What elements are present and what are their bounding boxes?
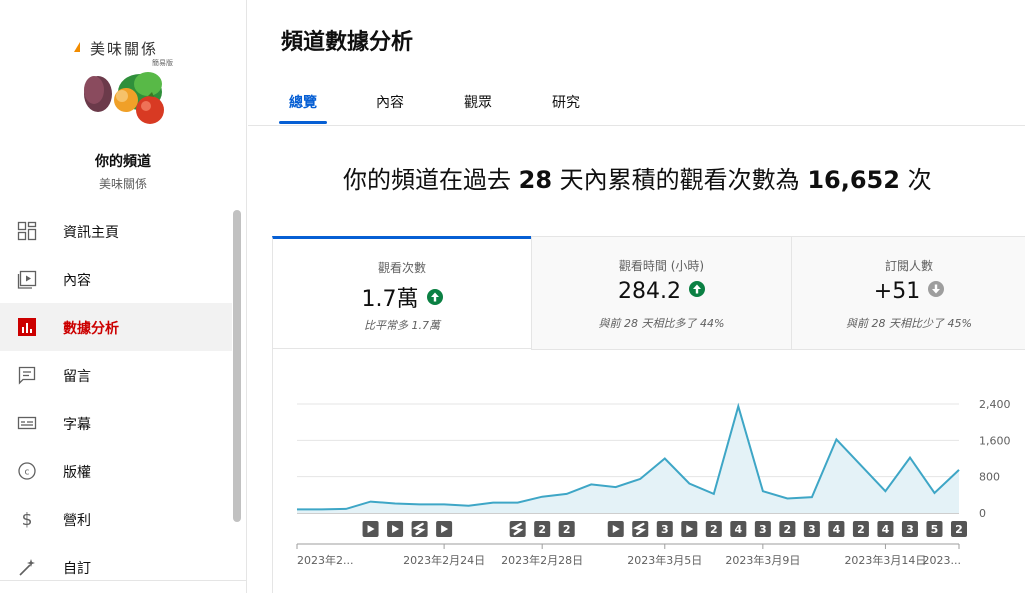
svg-text:c: c (25, 468, 30, 478)
x-tick-label: 2023年2月24日 (403, 553, 485, 567)
x-tick-label: 2023年2月28日 (501, 553, 583, 567)
marker-count: 2 (857, 523, 865, 536)
marker-count: 2 (710, 523, 718, 536)
metric-label: 訂閱人數 (792, 257, 1025, 274)
headline-days: 28 (519, 166, 552, 194)
metric-card-subscribers[interactable]: 訂閱人數 +51 與前 28 天相比少了 45% (791, 236, 1025, 350)
trend-down-icon (928, 281, 944, 297)
logo-subtext: 簡易版 (152, 58, 173, 68)
headline-text: 次 (900, 166, 932, 194)
views-chart-svg: 2,400 1,600 800 0 2 2 3 2 4 3 2 3 4 2 4 3 5 2 2023年2... 202… (273, 348, 1025, 593)
tab-research[interactable]: 研究 (552, 92, 580, 112)
sidebar-item-label: 留言 (63, 366, 91, 386)
analytics-tabs: 總覽 內容 觀眾 研究 (248, 76, 1025, 126)
y-tick-label: 0 (979, 507, 986, 520)
x-tick-label: 2023年3月14日 (844, 553, 926, 567)
metric-comparison: 與前 28 天相比少了 45% (792, 315, 1025, 331)
marker-count: 5 (931, 523, 939, 536)
sidebar-item-comments[interactable]: 留言 (0, 351, 232, 399)
active-tab-indicator (279, 121, 327, 124)
sidebar-item-copyright[interactable]: c 版權 (0, 447, 232, 495)
marker-count: 3 (759, 523, 767, 536)
marker-count: 4 (882, 523, 890, 536)
metric-value: 284.2 (532, 279, 791, 304)
series-area (297, 406, 959, 513)
marker-count: 4 (833, 523, 841, 536)
trend-up-icon (689, 281, 705, 297)
sidebar-item-label: 數據分析 (63, 318, 119, 338)
metric-value-text: 1.7萬 (362, 287, 419, 312)
channel-logo[interactable]: 美味關係 簡易版 (70, 32, 180, 132)
marker-count: 3 (906, 523, 914, 536)
tab-overview[interactable]: 總覽 (289, 92, 317, 112)
views-chart[interactable]: 2,400 1,600 800 0 2 2 3 2 4 3 2 3 4 2 4 3 5 2 2023年2... 202… (272, 348, 1025, 593)
metric-comparison: 與前 28 天相比多了 44% (532, 315, 791, 331)
customization-icon (17, 557, 37, 577)
content-icon (17, 269, 37, 289)
sidebar-item-label: 內容 (63, 270, 91, 290)
marker-count: 2 (538, 523, 546, 536)
copyright-icon: c (17, 461, 37, 481)
sidebar-item-label: 營利 (63, 510, 91, 530)
marker-count: 2 (955, 523, 963, 536)
tab-content[interactable]: 內容 (376, 92, 404, 112)
sidebar: 美味關係 簡易版 你的頻道 美味關係 資訊主頁 內容 (0, 0, 247, 593)
marker-count: 4 (735, 523, 743, 536)
sidebar-item-analytics[interactable]: 數據分析 (0, 303, 232, 351)
x-tick-label: 2023年3月9日 (725, 553, 800, 567)
sidebar-item-label: 版權 (63, 462, 91, 482)
metric-card-watch-time[interactable]: 觀看時間 (小時) 284.2 與前 28 天相比多了 44% (531, 236, 792, 350)
sidebar-divider (0, 580, 246, 581)
svg-text:$: $ (22, 510, 33, 529)
headline-text: 天內累積的觀看次數為 (552, 166, 807, 194)
page-title: 頻道數據分析 (281, 24, 413, 56)
metric-value-text: +51 (874, 279, 920, 304)
headline-text: 你的頻道在過去 (343, 166, 519, 194)
subtitles-icon (17, 413, 37, 433)
sidebar-item-label: 字幕 (63, 414, 91, 434)
sidebar-item-content[interactable]: 內容 (0, 255, 232, 303)
metric-comparison: 比平常多 1.7萬 (273, 317, 531, 333)
x-tick-label: 2023年2... (297, 553, 353, 567)
sidebar-item-label: 資訊主頁 (63, 222, 119, 242)
y-tick-label: 800 (979, 471, 1000, 484)
metric-label: 觀看時間 (小時) (532, 257, 791, 274)
sidebar-item-monetization[interactable]: $ 營利 (0, 495, 232, 543)
tab-audience[interactable]: 觀眾 (464, 92, 492, 112)
metric-label: 觀看次數 (273, 259, 531, 276)
trend-up-icon (427, 289, 443, 305)
y-tick-label: 2,400 (979, 398, 1011, 411)
metric-value-text: 284.2 (618, 279, 681, 304)
monetization-icon: $ (17, 509, 37, 529)
metric-value: 1.7萬 (273, 281, 531, 313)
marker-count: 2 (563, 523, 571, 536)
logo-text: 美味關係 (90, 38, 158, 59)
metric-value: +51 (792, 279, 1025, 304)
channel-name: 美味關係 (0, 175, 246, 192)
x-tick-label: 2023年3月5日 (627, 553, 702, 567)
sidebar-item-dashboard[interactable]: 資訊主頁 (0, 207, 232, 255)
headline-views: 16,652 (807, 166, 900, 194)
sidebar-item-label: 自訂 (63, 558, 91, 578)
channel-title: 你的頻道 (0, 151, 246, 171)
comments-icon (17, 365, 37, 385)
sidebar-scrollbar[interactable] (233, 210, 241, 522)
marker-count: 2 (784, 523, 792, 536)
marker-count: 3 (808, 523, 816, 536)
sidebar-nav: 資訊主頁 內容 數據分析 留言 (0, 207, 232, 591)
x-tick-label: 2023... (923, 554, 961, 567)
sidebar-item-subtitles[interactable]: 字幕 (0, 399, 232, 447)
metric-card-views[interactable]: 觀看次數 1.7萬 比平常多 1.7萬 (272, 236, 532, 349)
sidebar-item-customization[interactable]: 自訂 (0, 543, 232, 591)
analytics-icon (17, 317, 37, 337)
dashboard-icon (17, 221, 37, 241)
marker-count: 3 (661, 523, 669, 536)
y-tick-label: 1,600 (979, 434, 1011, 447)
summary-headline: 你的頻道在過去 28 天內累積的觀看次數為 16,652 次 (343, 160, 932, 195)
